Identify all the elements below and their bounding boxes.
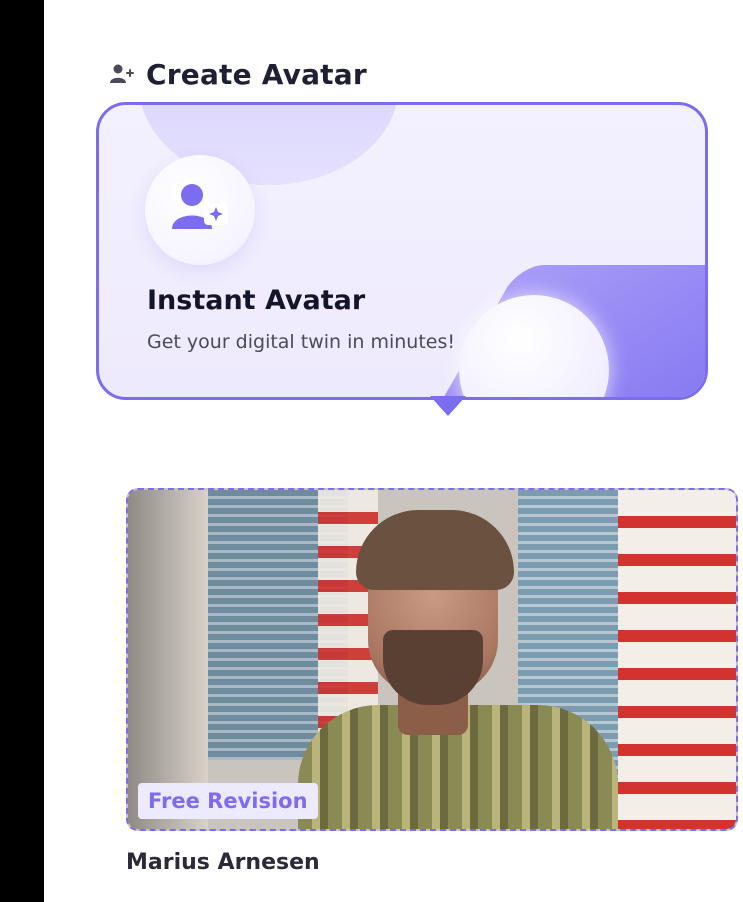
section-title: Create Avatar: [146, 57, 367, 91]
avatar-video-thumbnail[interactable]: Free Revision: [126, 488, 738, 831]
section-header: Create Avatar: [108, 56, 367, 92]
avatar-name: Marius Arnesen: [126, 850, 320, 875]
card-pointer: [430, 396, 466, 416]
card-title: Instant Avatar: [147, 285, 366, 316]
instant-avatar-card[interactable]: Instant Avatar Get your digital twin in …: [96, 102, 708, 400]
add-user-icon: [108, 60, 136, 88]
card-subtitle: Get your digital twin in minutes!: [147, 331, 455, 353]
card-icon-container: [145, 155, 255, 265]
free-revision-badge: Free Revision: [138, 783, 318, 819]
video-preview-image: [128, 490, 736, 829]
add-user-sparkle-icon: [170, 181, 230, 240]
